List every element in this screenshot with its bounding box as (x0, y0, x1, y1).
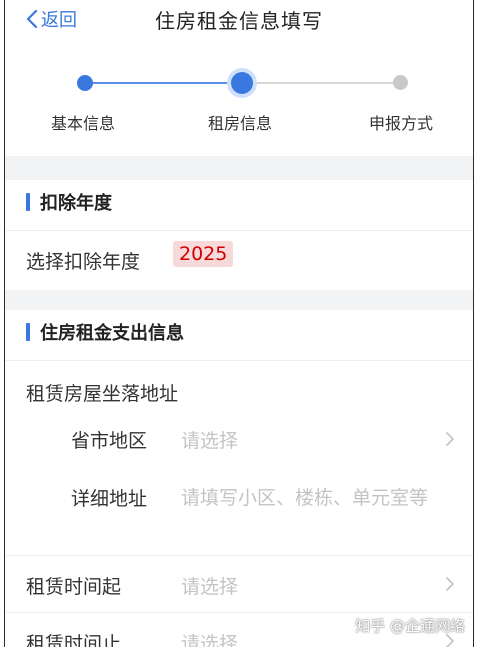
rental-address-label: 租赁房屋坐落地址 (26, 383, 179, 405)
section-divider (5, 290, 473, 310)
step-dot-basic-info (77, 75, 93, 91)
section-title: 住房租金支出信息 (40, 323, 184, 344)
stepper-track-pending (250, 82, 400, 84)
province-city-select[interactable]: 请选择 (181, 426, 238, 453)
step-dot-filing-method (393, 75, 408, 90)
deduction-year-label: 选择扣除年度 (26, 251, 141, 273)
step-dot-rent-info (231, 72, 253, 94)
progress-stepper: 基本信息 租房信息 申报方式 (5, 44, 473, 156)
province-city-label: 省市地区 (71, 430, 148, 452)
lease-start-row[interactable]: 租赁时间起 请选择 (5, 556, 473, 613)
lease-end-select[interactable]: 请选择 (181, 629, 238, 647)
deduction-year-row[interactable]: 选择扣除年度 2025 (5, 231, 473, 290)
chevron-right-icon (446, 432, 454, 446)
rental-address-heading: 租赁房屋坐落地址 (5, 361, 473, 413)
detail-address-row[interactable]: 详细地址 请填写小区、楼栋、单元室等 (5, 463, 473, 556)
watermark: 知乎 @企通网络 (355, 617, 465, 635)
page-title: 住房租金信息填写 (155, 9, 323, 33)
step-label-basic-info: 基本信息 (51, 114, 116, 133)
detail-address-label: 详细地址 (71, 488, 148, 510)
lease-start-label: 租赁时间起 (26, 576, 122, 598)
chevron-right-icon (446, 577, 454, 591)
frame-edge-right (473, 0, 474, 647)
stepper-track-completed (85, 82, 241, 84)
section-header-deduction-year: 扣除年度 (5, 180, 473, 231)
section-accent-bar (26, 193, 30, 211)
step-label-filing-method: 申报方式 (369, 114, 434, 133)
step-label-rent-info: 租房信息 (208, 114, 273, 133)
section-accent-bar (26, 323, 30, 341)
nav-bar: 返回 住房租金信息填写 (5, 0, 473, 44)
province-city-row[interactable]: 省市地区 请选择 (5, 413, 473, 463)
lease-end-label: 租赁时间止 (26, 633, 122, 647)
section-divider (5, 156, 473, 180)
detail-address-input[interactable]: 请填写小区、楼栋、单元室等 (181, 484, 451, 513)
section-header-rent-expense: 住房租金支出信息 (5, 310, 473, 361)
lease-start-select[interactable]: 请选择 (181, 572, 238, 599)
deduction-year-value[interactable]: 2025 (173, 241, 234, 267)
section-title: 扣除年度 (40, 193, 112, 214)
